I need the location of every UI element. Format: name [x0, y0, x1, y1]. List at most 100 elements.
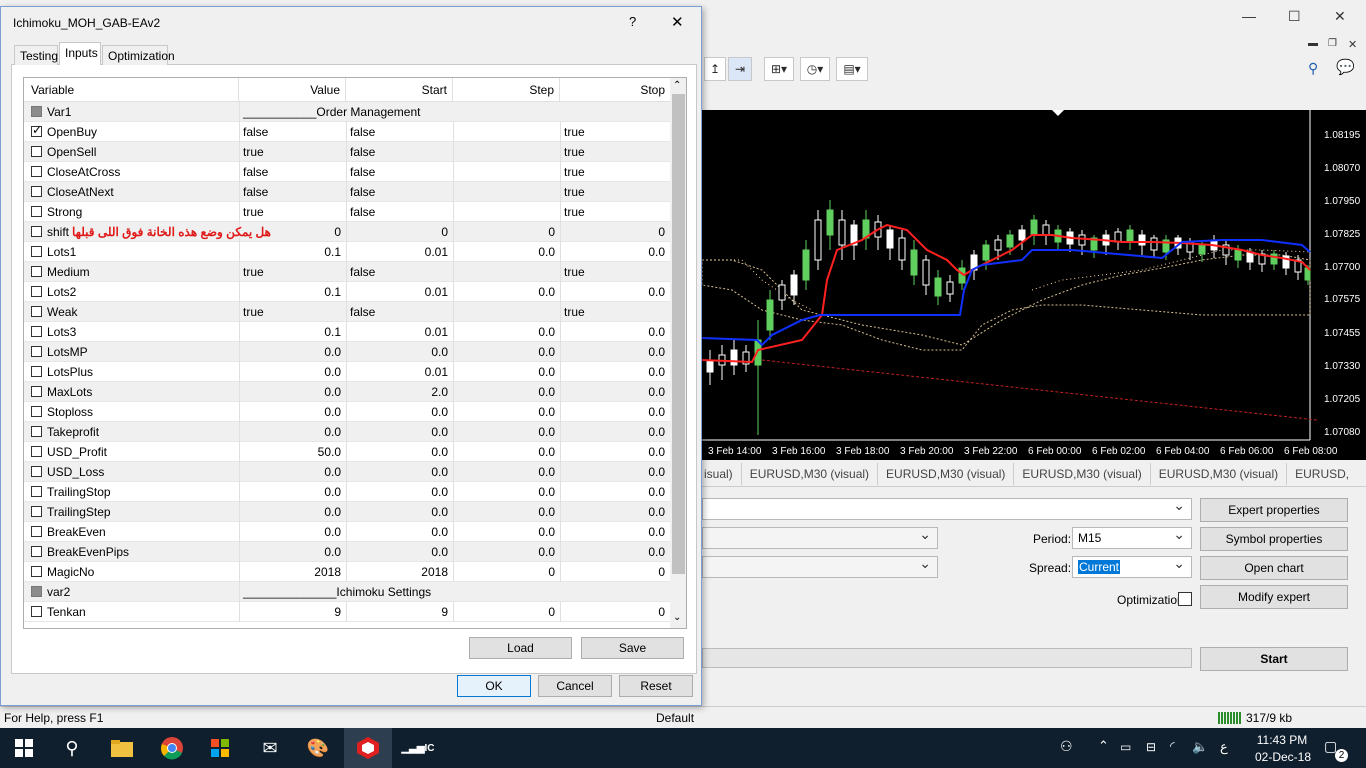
row-checkbox[interactable] — [31, 306, 42, 317]
symbol-properties-button[interactable]: Symbol properties — [1200, 527, 1348, 551]
cell-step[interactable]: 0 — [453, 565, 555, 579]
cell-value[interactable]: 0.0 — [239, 425, 341, 439]
cell-value[interactable]: true — [243, 145, 264, 159]
volume-icon[interactable]: 🔈 — [1192, 739, 1208, 755]
cell-stop[interactable]: 0.0 — [560, 285, 665, 299]
table-row[interactable]: Takeprofit 0.0 0.0 0.0 0.0 — [24, 422, 670, 442]
app-icon[interactable] — [344, 728, 392, 768]
row-checkbox[interactable] — [31, 466, 42, 477]
cell-start[interactable]: false — [350, 265, 375, 279]
table-row[interactable]: Lots1 0.1 0.01 0.0 0.0 — [24, 242, 670, 262]
table-row[interactable]: LotsMP 0.0 0.0 0.0 0.0 — [24, 342, 670, 362]
column-header-variable[interactable]: Variable — [24, 78, 239, 102]
start-button[interactable]: Start — [1200, 647, 1348, 671]
ok-button[interactable]: OK — [457, 675, 531, 697]
cell-step[interactable]: 0.0 — [453, 345, 555, 359]
cell-value[interactable]: 2018 — [239, 565, 341, 579]
minimize-icon[interactable]: — — [1242, 8, 1256, 24]
cell-start[interactable]: false — [350, 305, 375, 319]
cell-start[interactable]: 0.0 — [346, 485, 448, 499]
cell-stop[interactable]: 0.0 — [560, 505, 665, 519]
cell-start[interactable]: 2018 — [346, 565, 448, 579]
save-button[interactable]: Save — [581, 637, 684, 659]
cell-value[interactable]: false — [243, 125, 268, 139]
cell-start[interactable]: false — [350, 145, 375, 159]
table-row[interactable]: Strong true false true — [24, 202, 670, 222]
period-select[interactable]: M15 — [1072, 526, 1192, 549]
cell-value[interactable]: 0.0 — [239, 525, 341, 539]
cell-stop[interactable]: true — [564, 165, 585, 179]
cell-start[interactable]: 9 — [346, 605, 448, 619]
cell-start[interactable]: 0.01 — [346, 245, 448, 259]
scroll-down-icon[interactable]: ⌄ — [673, 612, 681, 623]
mdi-minimize-icon[interactable]: ▬ — [1308, 38, 1318, 49]
cell-start[interactable]: 0.0 — [346, 445, 448, 459]
mail-icon[interactable]: ✉ — [246, 728, 294, 768]
cancel-button[interactable]: Cancel — [538, 675, 612, 697]
cell-stop[interactable]: 0.0 — [560, 485, 665, 499]
cell-stop[interactable]: true — [564, 145, 585, 159]
table-row[interactable]: MaxLots 0.0 2.0 0.0 0.0 — [24, 382, 670, 402]
cell-start[interactable]: 0.0 — [346, 405, 448, 419]
table-row[interactable]: Weak true false true — [24, 302, 670, 322]
cell-stop[interactable]: 0.0 — [560, 465, 665, 479]
table-row[interactable]: Lots2 0.1 0.01 0.0 0.0 — [24, 282, 670, 302]
grid-scrollbar[interactable]: ⌃ ⌄ — [670, 78, 686, 628]
cell-step[interactable]: 0.0 — [453, 525, 555, 539]
chart-tab[interactable]: EURUSD,M30 (visual) — [878, 463, 1015, 485]
row-checkbox[interactable] — [31, 266, 42, 277]
chrome-icon[interactable] — [148, 728, 196, 768]
column-header-step[interactable]: Step — [453, 78, 560, 102]
cell-value[interactable]: 0.1 — [239, 325, 341, 339]
row-checkbox[interactable] — [31, 106, 42, 117]
cell-start[interactable]: false — [350, 165, 375, 179]
cell-stop[interactable]: 0.0 — [560, 405, 665, 419]
table-row[interactable]: CloseAtCross false false true — [24, 162, 670, 182]
help-icon[interactable]: ? — [629, 14, 636, 29]
cell-stop[interactable]: true — [564, 125, 585, 139]
cell-step[interactable]: 0.0 — [453, 465, 555, 479]
cell-stop[interactable]: 0 — [560, 225, 665, 239]
cell-step[interactable]: 0.0 — [453, 505, 555, 519]
cell-value[interactable]: true — [243, 305, 264, 319]
cell-stop[interactable]: 0.0 — [560, 325, 665, 339]
cell-start[interactable]: 2.0 — [346, 385, 448, 399]
row-checkbox[interactable] — [31, 386, 42, 397]
cell-start[interactable]: 0.0 — [346, 465, 448, 479]
row-checkbox[interactable] — [31, 166, 42, 177]
load-button[interactable]: Load — [469, 637, 572, 659]
cell-step[interactable]: 0 — [453, 225, 555, 239]
cell-value[interactable]: 0.0 — [239, 385, 341, 399]
metatrader-icon[interactable]: ▁▃▅IC — [394, 728, 442, 768]
clock-time[interactable]: 11:43 PM — [1256, 733, 1308, 747]
cell-value[interactable]: ___________Order Management — [243, 105, 420, 119]
cell-step[interactable]: 0.0 — [453, 405, 555, 419]
cell-step[interactable]: 0.0 — [453, 425, 555, 439]
cell-value[interactable]: 0.0 — [239, 345, 341, 359]
tab-testing[interactable]: Testing — [14, 45, 58, 65]
cell-step[interactable]: 0.0 — [453, 445, 555, 459]
table-row[interactable]: var2 ______________Ichimoku Settings — [24, 582, 670, 602]
mdi-restore-icon[interactable]: ❐ — [1328, 38, 1337, 49]
table-row[interactable]: Lots3 0.1 0.01 0.0 0.0 — [24, 322, 670, 342]
cell-value[interactable]: false — [243, 165, 268, 179]
row-checkbox[interactable] — [31, 426, 42, 437]
cell-value[interactable]: true — [243, 205, 264, 219]
wifi-icon[interactable]: ◜ — [1170, 739, 1175, 753]
close-window-icon[interactable]: ✕ — [1334, 8, 1346, 25]
language-indicator[interactable]: ع — [1220, 739, 1228, 755]
clock-date[interactable]: 02-Dec-18 — [1252, 750, 1314, 764]
cell-value[interactable]: 0.0 — [239, 485, 341, 499]
mdi-close-icon[interactable]: ✕ — [1348, 38, 1357, 51]
cell-step[interactable]: 0.0 — [453, 285, 555, 299]
chart-tab[interactable]: EURUSD, — [1287, 463, 1357, 485]
expert-select[interactable] — [702, 497, 1192, 520]
cell-stop[interactable]: 0.0 — [560, 525, 665, 539]
column-header-value[interactable]: Value — [239, 78, 346, 102]
cell-start[interactable]: 0.0 — [346, 425, 448, 439]
row-checkbox[interactable] — [31, 366, 42, 377]
store-icon[interactable] — [196, 728, 244, 768]
cell-start[interactable]: 0.0 — [346, 525, 448, 539]
chat-icon[interactable]: 💬 — [1336, 58, 1355, 76]
cell-step[interactable]: 0.0 — [453, 545, 555, 559]
